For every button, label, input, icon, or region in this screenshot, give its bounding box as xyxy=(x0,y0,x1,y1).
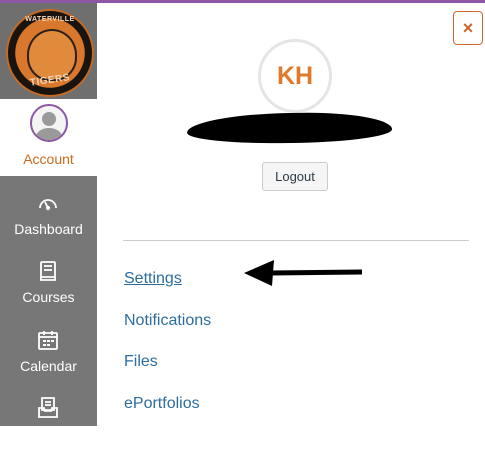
calendar-icon xyxy=(38,331,58,350)
tray-divider xyxy=(123,240,469,241)
logo-top-text: WATERVILLE xyxy=(25,16,75,23)
nav-item-courses[interactable]: Courses xyxy=(0,249,97,317)
courses-book-icon xyxy=(40,261,56,281)
logout-button[interactable]: Logout xyxy=(262,162,328,191)
dashboard-gauge-icon xyxy=(39,199,57,211)
inbox-icon xyxy=(38,397,58,418)
account-avatar-icon xyxy=(30,104,68,142)
nav-item-calendar-label: Calendar xyxy=(20,358,77,374)
notifications-link[interactable]: Notifications xyxy=(124,312,211,330)
nav-item-dashboard[interactable]: Dashboard xyxy=(0,181,97,249)
files-link[interactable]: Files xyxy=(124,353,158,371)
annotation-arrow xyxy=(244,260,363,286)
school-logo[interactable]: WATERVILLE TIGERS xyxy=(6,9,94,97)
eportfolios-link[interactable]: ePortfolios xyxy=(124,395,200,413)
nav-item-dashboard-label: Dashboard xyxy=(14,221,83,237)
nav-item-courses-label: Courses xyxy=(22,289,75,305)
user-avatar[interactable]: KH xyxy=(258,39,332,113)
nav-item-calendar[interactable]: Calendar xyxy=(0,318,97,386)
settings-link[interactable]: Settings xyxy=(124,270,182,288)
nav-item-account[interactable]: Account xyxy=(0,99,97,176)
school-logo-area[interactable]: WATERVILLE TIGERS xyxy=(0,3,97,99)
nav-item-inbox[interactable] xyxy=(0,386,97,454)
close-tray-button[interactable]: × xyxy=(453,11,483,45)
nav-item-account-label: Account xyxy=(23,151,74,167)
